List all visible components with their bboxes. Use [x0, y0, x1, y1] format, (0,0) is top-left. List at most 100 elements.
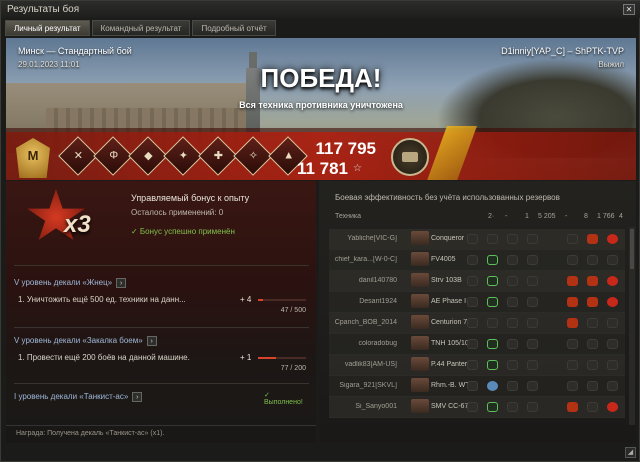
chevron-right-icon[interactable]: ›	[132, 391, 143, 402]
tank-thumbnail-icon	[411, 399, 429, 413]
efficiency-icon[interactable]	[487, 297, 498, 307]
efficiency-icon[interactable]	[567, 276, 578, 286]
efficiency-icon[interactable]	[607, 402, 618, 412]
efficiency-icon[interactable]	[487, 381, 498, 391]
efficiency-icon[interactable]	[467, 234, 478, 244]
efficiency-icon[interactable]	[567, 402, 578, 412]
efficiency-icon[interactable]	[527, 255, 538, 265]
efficiency-icon[interactable]	[567, 255, 578, 265]
efficiency-icon[interactable]	[607, 255, 618, 265]
bonus-title: Управляемый бонус к опыту	[131, 193, 250, 203]
efficiency-icon[interactable]	[607, 276, 618, 286]
efficiency-icon[interactable]	[607, 318, 618, 328]
efficiency-icon[interactable]	[567, 318, 578, 328]
chevron-right-icon[interactable]: ›	[116, 277, 127, 288]
efficiency-icon[interactable]	[587, 276, 598, 286]
efficiency-icon[interactable]	[527, 297, 538, 307]
efficiency-icon[interactable]	[467, 381, 478, 391]
tab-personal[interactable]: Личный результат	[5, 20, 90, 36]
efficiency-icon[interactable]	[587, 339, 598, 349]
efficiency-icon[interactable]	[567, 360, 578, 370]
efficiency-icon[interactable]	[467, 339, 478, 349]
efficiency-icon[interactable]	[487, 360, 498, 370]
efficiency-icon[interactable]	[587, 255, 598, 265]
scrollbar[interactable]	[629, 227, 635, 437]
efficiency-icon[interactable]	[587, 402, 598, 412]
chevron-right-icon[interactable]: ›	[146, 335, 157, 346]
tank-thumbnail-icon	[411, 378, 429, 392]
efficiency-icon[interactable]	[467, 318, 478, 328]
table-row[interactable]: danil140780 Strv 103B	[329, 271, 625, 292]
efficiency-icon[interactable]	[527, 234, 538, 244]
efficiency-icon[interactable]	[487, 255, 498, 265]
efficiency-icon[interactable]	[507, 276, 518, 286]
row-tank: AE Phase I	[431, 298, 467, 305]
close-icon[interactable]: ✕	[623, 4, 635, 15]
efficiency-icon[interactable]	[527, 276, 538, 286]
efficiency-icon[interactable]	[507, 360, 518, 370]
efficiency-icon[interactable]	[467, 360, 478, 370]
row-player: Yabliche[VIC-G]	[347, 235, 397, 242]
efficiency-icon[interactable]	[507, 318, 518, 328]
efficiency-icon[interactable]	[527, 360, 538, 370]
table-row[interactable]: Si_Sanyo001 SMV CC-67	[329, 397, 625, 418]
efficiency-icon[interactable]	[507, 402, 518, 412]
efficiency-icon[interactable]	[487, 339, 498, 349]
column-6: 8	[584, 213, 588, 220]
efficiency-icon[interactable]	[607, 234, 618, 244]
efficiency-icon[interactable]	[587, 381, 598, 391]
efficiency-icon[interactable]	[527, 318, 538, 328]
efficiency-icon[interactable]	[487, 402, 498, 412]
medal-glyph: Φ	[109, 149, 119, 162]
efficiency-icon[interactable]	[467, 402, 478, 412]
mastery-letter: M	[27, 148, 39, 163]
efficiency-icon[interactable]	[587, 360, 598, 370]
efficiency-icon[interactable]	[607, 360, 618, 370]
table-row[interactable]: Desant1924 AE Phase I	[329, 292, 625, 313]
decal-count: 77 / 200	[280, 365, 306, 372]
efficiency-icon[interactable]	[567, 339, 578, 349]
efficiency-icon[interactable]	[467, 297, 478, 307]
efficiency-icon[interactable]	[607, 381, 618, 391]
efficiency-icon[interactable]	[467, 276, 478, 286]
table-row[interactable]: chief_kara...[W-0-C] FV4005	[329, 250, 625, 271]
efficiency-icon[interactable]	[487, 318, 498, 328]
efficiency-icon[interactable]	[607, 297, 618, 307]
decal-progress-fill	[258, 357, 277, 359]
efficiency-icon[interactable]	[607, 339, 618, 349]
efficiency-icon[interactable]	[507, 234, 518, 244]
resize-handle-icon[interactable]: ◢	[625, 447, 636, 458]
efficiency-icon[interactable]	[567, 297, 578, 307]
efficiency-icon[interactable]	[507, 381, 518, 391]
efficiency-icon[interactable]	[587, 318, 598, 328]
table-row[interactable]: Sigara_921[SKVL] Rhm.-B. WT	[329, 376, 625, 397]
efficiency-icon[interactable]	[507, 297, 518, 307]
efficiency-icon[interactable]	[507, 339, 518, 349]
efficiency-icon[interactable]	[587, 297, 598, 307]
tank-thumbnail-icon	[411, 294, 429, 308]
tank-thumbnail-icon	[411, 231, 429, 245]
efficiency-icon[interactable]	[587, 234, 598, 244]
efficiency-icon[interactable]	[527, 402, 538, 412]
efficiency-icon[interactable]	[487, 276, 498, 286]
efficiency-icon[interactable]	[507, 255, 518, 265]
tab-detailed[interactable]: Подробный отчёт	[192, 20, 276, 36]
personal-panel: x3 Управляемый бонус к опыту Осталось пр…	[6, 181, 316, 443]
table-row[interactable]: coloradobug TNH 105/1000	[329, 334, 625, 355]
scrollbar-thumb[interactable]	[630, 229, 634, 269]
efficiency-icon[interactable]	[487, 234, 498, 244]
table-row[interactable]: Yabliche[VIC-G] Conqueror	[329, 229, 625, 250]
row-player: Sigara_921[SKVL]	[339, 382, 397, 389]
tab-team[interactable]: Командный результат	[91, 20, 191, 36]
efficiency-icon[interactable]	[567, 381, 578, 391]
efficiency-icon[interactable]	[467, 255, 478, 265]
table-row[interactable]: Cpanch_BOB_2014 Centurion 7/1	[329, 313, 625, 334]
efficiency-icon[interactable]	[527, 339, 538, 349]
achievement-badge-icon[interactable]	[391, 138, 429, 176]
table-row[interactable]: vadlik83[AM-US] P.44 Pantera	[329, 355, 625, 376]
efficiency-icon[interactable]	[567, 234, 578, 244]
efficiency-icon[interactable]	[527, 381, 538, 391]
decal-header: I уровень декали «Танкист-ас»	[14, 392, 129, 401]
row-player: Si_Sanyo001	[355, 403, 397, 410]
row-tank: P.44 Pantera	[431, 361, 471, 368]
